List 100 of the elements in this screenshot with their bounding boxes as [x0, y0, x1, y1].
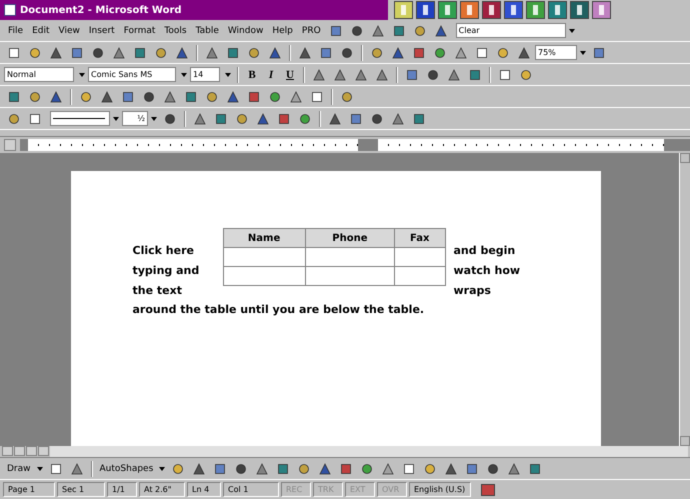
circle-icon: [487, 462, 500, 474]
menu-item[interactable]: Table: [192, 22, 223, 40]
caret-icon[interactable]: [36, 466, 43, 470]
field-value: Clear: [458, 26, 480, 35]
autoshapes-menu-button[interactable]: AutoShapes: [96, 460, 156, 478]
draw-menu-button[interactable]: Draw: [4, 460, 34, 478]
table-cell[interactable]: [305, 266, 395, 286]
app-shortcut-button[interactable]: [394, 1, 413, 19]
circle-icon: [299, 112, 311, 124]
view-button[interactable]: [14, 446, 25, 456]
circle-icon: [155, 46, 167, 58]
line-weight-field[interactable]: ½: [122, 111, 148, 126]
vertical-scrollbar[interactable]: [679, 153, 690, 446]
triangle-icon: [445, 462, 458, 474]
app-shortcut-button[interactable]: [438, 1, 457, 19]
circle-icon: [29, 46, 41, 58]
square-icon: [29, 112, 41, 124]
body-text: around the table until you are below the table.: [132, 302, 426, 318]
body-text: typing and: [132, 263, 200, 279]
style-field[interactable]: Normal: [4, 67, 74, 82]
app-shortcut-button[interactable]: [548, 1, 567, 19]
field-value: 75%: [538, 48, 556, 57]
triangle-icon: [334, 68, 346, 80]
tab-selector-icon[interactable]: [4, 139, 16, 151]
square-icon: [413, 46, 425, 58]
triangle-icon: [518, 46, 530, 58]
format-button[interactable]: I: [262, 66, 280, 84]
app-shortcut-button[interactable]: [416, 1, 435, 19]
square-icon: [330, 24, 342, 36]
square-icon: [214, 462, 226, 474]
format-button[interactable]: B: [243, 66, 261, 84]
status-indicator: Ln 4: [187, 482, 221, 497]
triangle-icon: [355, 68, 367, 80]
column-header: Name: [223, 228, 306, 248]
view-button[interactable]: [2, 446, 13, 456]
caret-icon[interactable]: [225, 72, 231, 76]
format-button[interactable]: U: [281, 66, 299, 84]
font-field[interactable]: Comic Sans MS: [88, 67, 176, 82]
view-button[interactable]: [26, 446, 37, 456]
font-size-field[interactable]: 14: [190, 67, 220, 82]
menu-item[interactable]: Tools: [160, 22, 191, 40]
triangle-icon: [257, 112, 269, 124]
app-shortcut-button[interactable]: [460, 1, 479, 19]
square-icon: [134, 46, 146, 58]
circle-icon: [236, 112, 248, 124]
circle-icon: [371, 112, 383, 124]
menu-item[interactable]: Edit: [28, 22, 54, 40]
table-cell[interactable]: [223, 248, 306, 266]
app-shortcut-button[interactable]: [482, 1, 501, 19]
table-cell[interactable]: [394, 266, 445, 286]
square-icon: [499, 68, 511, 80]
caret-icon[interactable]: [151, 116, 157, 120]
square-icon: [278, 112, 290, 124]
circle-icon: [164, 112, 176, 124]
app-shortcut-button[interactable]: [504, 1, 523, 19]
triangle-icon: [101, 90, 113, 102]
triangle-icon: [372, 24, 384, 36]
app-shortcut-button[interactable]: [526, 1, 545, 19]
triangle-icon: [290, 90, 302, 102]
caret-icon[interactable]: [580, 50, 586, 54]
ruler[interactable]: [20, 139, 690, 151]
circle-icon: [92, 46, 104, 58]
circle-icon: [427, 68, 439, 80]
app-shortcut-button[interactable]: [570, 1, 589, 19]
square-icon: [248, 90, 260, 102]
view-button[interactable]: [38, 446, 49, 456]
menu-item[interactable]: Format: [120, 22, 160, 40]
document-page[interactable]: Click here typing and the text Name Phone Fax and begin watch how wraps around the table until you are below the table.: [70, 171, 600, 446]
status-indicator: Col 1: [223, 482, 279, 497]
app-shortcut-button[interactable]: [592, 1, 611, 19]
square-icon: [8, 90, 20, 102]
caret-icon[interactable]: [159, 466, 166, 470]
line-style-field[interactable]: [50, 111, 110, 126]
square-icon: [350, 112, 362, 124]
menu-item[interactable]: Insert: [84, 22, 119, 40]
square-icon: [392, 24, 405, 36]
triangle-icon: [50, 46, 62, 58]
triangle-icon: [113, 46, 125, 58]
body-text: and begin: [454, 243, 516, 259]
status-indicator: English (U.S): [409, 482, 471, 497]
circle-icon: [248, 46, 260, 58]
triangle-icon: [376, 68, 388, 80]
square-icon: [529, 462, 542, 474]
circle-icon: [80, 90, 92, 102]
menu-item[interactable]: Window: [224, 22, 268, 40]
triangle-icon: [164, 90, 176, 102]
triangle-icon: [206, 46, 218, 58]
zoom-field[interactable]: 75%: [535, 45, 577, 60]
table-cell[interactable]: [223, 266, 306, 286]
caret-icon[interactable]: [568, 28, 575, 32]
menu-item[interactable]: File: [4, 22, 28, 40]
dropdown-field[interactable]: Clear: [456, 23, 566, 38]
table-cell[interactable]: [394, 248, 445, 266]
menu-item[interactable]: View: [54, 22, 84, 40]
horizontal-scrollbar[interactable]: [50, 446, 688, 457]
triangle-icon: [329, 112, 341, 124]
menu-item[interactable]: Help: [268, 22, 297, 40]
table-cell[interactable]: [305, 248, 395, 266]
menu-item[interactable]: PRO: [298, 22, 325, 40]
spelling-status-icon: [481, 484, 495, 496]
